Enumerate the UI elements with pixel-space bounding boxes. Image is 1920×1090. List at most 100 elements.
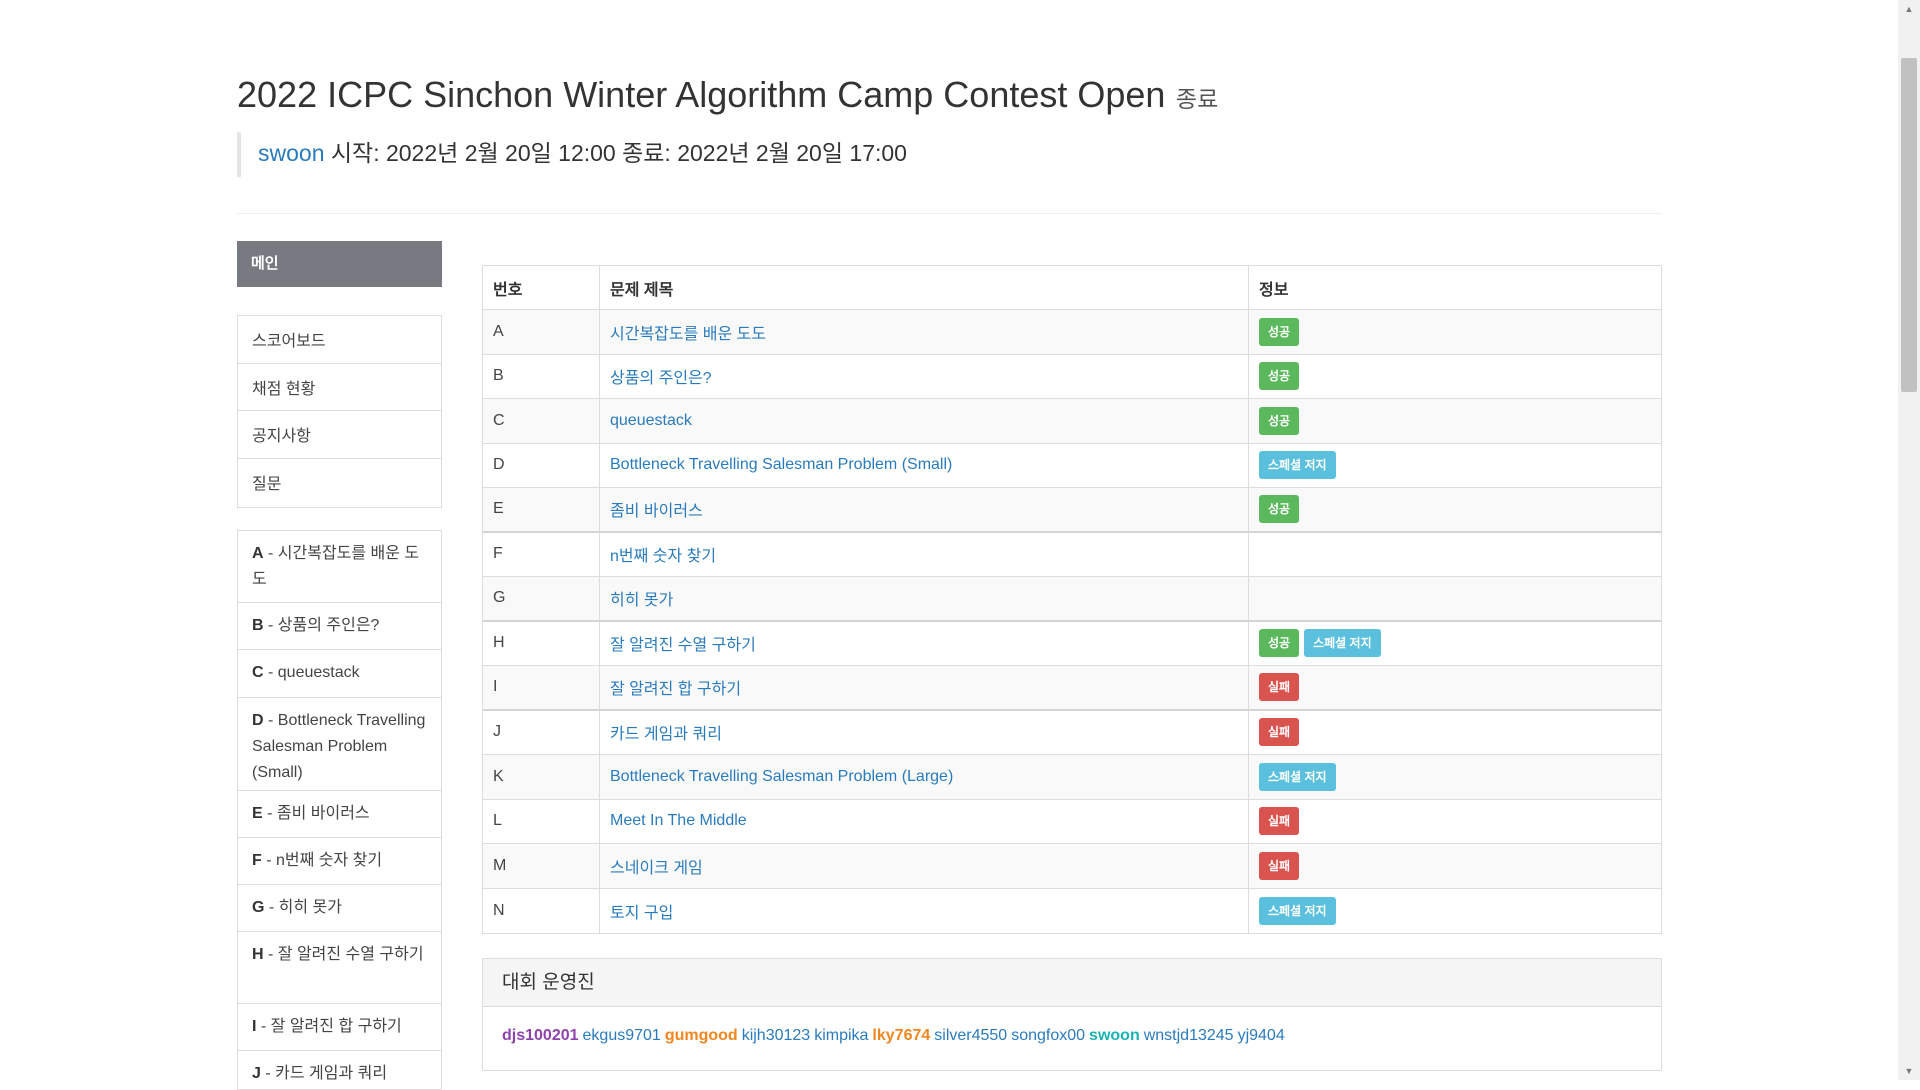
- separator: -: [261, 852, 276, 869]
- sidebar-problem-title: 잘 알려진 합 구하기: [270, 1018, 402, 1035]
- problem-info-cell: [1249, 577, 1661, 620]
- problem-title-link[interactable]: n번째 숫자 찾기: [610, 542, 716, 566]
- success-badge: 성공: [1259, 406, 1300, 435]
- problem-title-cell: 시간복잡도를 배운 도도: [600, 310, 1249, 354]
- sidebar-problem-a[interactable]: A - 시간복잡도를 배운 도도: [238, 531, 441, 603]
- table-body: A 시간복잡도를 배운 도도 성공 B 상품의 주인은? 성공 Cqueuestack 성공 D…: [483, 310, 1661, 933]
- sidebar-problem-title: 히히 못가: [278, 899, 342, 916]
- table-row: L Meet In The Middle 실패: [483, 799, 1661, 844]
- problem-title-link[interactable]: 카드 게임과 쿼리: [610, 720, 722, 744]
- sidebar-problem-title: 시간복잡도를 배운 도도: [252, 545, 420, 588]
- problem-info-cell: 성공: [1249, 399, 1661, 443]
- scroll-down-arrow-icon[interactable]: ▼: [1898, 1062, 1920, 1080]
- problem-title-link[interactable]: 스네이크 게임: [610, 854, 703, 878]
- table-row: Fn번째 숫자 찾기: [483, 532, 1661, 577]
- problem-title-link[interactable]: 토지 구입: [610, 899, 673, 923]
- sidebar-problem-i[interactable]: I - 잘 알려진 합 구하기: [238, 1004, 441, 1051]
- staff-panel: 대회 운영진 djs100201 ekgus9701 gumgood kijh3012…: [482, 958, 1662, 1071]
- separator: -: [263, 712, 278, 729]
- sidebar-item-questions[interactable]: 질문: [238, 459, 441, 507]
- col-header-info: 정보: [1259, 281, 1289, 299]
- staff-member-link[interactable]: yj9404: [1238, 1027, 1285, 1044]
- staff-member-link[interactable]: swoon: [1089, 1027, 1140, 1044]
- problem-title-cell: 잘 알려진 합 구하기: [600, 666, 1249, 709]
- page-title: 2022 ICPC Sinchon Winter Algorithm Camp …: [237, 74, 1166, 115]
- problem-title-link[interactable]: 시간복잡도를 배운 도도: [610, 320, 766, 344]
- problem-info-cell: 실패: [1249, 800, 1661, 844]
- sidebar-item-main[interactable]: 메인: [237, 241, 442, 287]
- sidebar-problem-label: B - 상품의 주인은?: [252, 613, 379, 639]
- sidebar-problem-h[interactable]: H - 잘 알려진 수열 구하기: [238, 932, 441, 1004]
- sidebar-problem-id: C: [252, 664, 264, 681]
- staff-member-link[interactable]: ekgus9701: [583, 1027, 661, 1044]
- problem-info-cell: 실패: [1249, 844, 1661, 888]
- staff-member-link[interactable]: wnstjd13245: [1144, 1027, 1234, 1044]
- problem-title-cell: Meet In The Middle: [600, 799, 1249, 843]
- problem-title-link[interactable]: Bottleneck Travelling Salesman Problem (…: [610, 768, 953, 786]
- sidebar-problem-id: H: [252, 946, 264, 963]
- staff-member-link[interactable]: djs100201: [502, 1027, 579, 1044]
- table-row: J 카드 게임과 쿼리 실패: [483, 710, 1661, 755]
- table-row: Cqueuestack 성공: [483, 399, 1661, 444]
- sidebar-problem-label: E - 좀비 바이러스: [252, 801, 370, 827]
- table-row: A 시간복잡도를 배운 도도 성공: [483, 310, 1661, 355]
- sidebar-problem-id: E: [252, 805, 263, 822]
- table-row: M 스네이크 게임 실패: [483, 844, 1661, 889]
- vertical-scrollbar[interactable]: ▲ ▼: [1898, 0, 1920, 1080]
- fail-badge: 실패: [1259, 718, 1300, 747]
- problem-info-cell: 성공 스페셜 저지: [1249, 622, 1661, 666]
- fail-badge: 실패: [1259, 851, 1300, 880]
- staff-panel-title: 대회 운영진: [483, 959, 1661, 1007]
- author-link[interactable]: swoon: [258, 140, 324, 166]
- sidebar-problem-label: H - 잘 알려진 수열 구하기: [252, 942, 424, 968]
- scroll-thumb[interactable]: [1901, 58, 1917, 392]
- sidebar-problem-title: 카드 게임과 쿼리: [275, 1065, 388, 1082]
- sidebar-problem-id: J: [252, 1065, 261, 1082]
- problem-title-link[interactable]: 잘 알려진 수열 구하기: [610, 631, 756, 655]
- contest-schedule: 시작: 2022년 2월 20일 12:00 종료: 2022년 2월 20일 …: [324, 140, 907, 166]
- problem-title-link[interactable]: queuestack: [610, 412, 692, 430]
- sidebar-problem-label: C - queuestack: [252, 660, 360, 686]
- sidebar-problem-c[interactable]: C - queuestack: [238, 650, 441, 698]
- staff-member-link[interactable]: silver4550: [934, 1027, 1007, 1044]
- problem-number: A: [483, 310, 600, 354]
- staff-member-link[interactable]: lky7674: [872, 1027, 930, 1044]
- separator: -: [263, 664, 278, 681]
- problem-title-cell: queuestack: [600, 399, 1249, 443]
- problem-title-link[interactable]: Bottleneck Travelling Salesman Problem (…: [610, 456, 952, 474]
- separator: -: [260, 1065, 276, 1082]
- sidebar-item-status[interactable]: 채점 현황: [238, 364, 441, 411]
- sidebar-item-scoreboard[interactable]: 스코어보드: [238, 316, 441, 364]
- special-badge: 스페셜 저지: [1259, 896, 1336, 925]
- staff-member-link[interactable]: kijh30123: [742, 1027, 811, 1044]
- sidebar-problem-f[interactable]: F - n번째 숫자 찾기: [238, 838, 441, 885]
- problem-title-cell: 좀비 바이러스: [600, 488, 1249, 531]
- staff-list: djs100201 ekgus9701 gumgood kijh30123 kimpik…: [483, 1007, 1661, 1065]
- problem-title-link[interactable]: Meet In The Middle: [610, 812, 747, 830]
- sidebar-problem-title: 잘 알려진 수열 구하기: [277, 946, 424, 963]
- problem-title-link[interactable]: 상품의 주인은?: [610, 364, 712, 388]
- sidebar-problem-label: J - 카드 게임과 쿼리: [252, 1061, 387, 1087]
- sidebar-problem-list: A - 시간복잡도를 배운 도도 B - 상품의 주인은? C - queuesta…: [237, 530, 442, 1090]
- sidebar-problem-e[interactable]: E - 좀비 바이러스: [238, 791, 441, 838]
- table-row: H 잘 알려진 수열 구하기 성공 스페셜 저지: [483, 621, 1661, 666]
- table-header-row: 번호 문제 제목 정보: [483, 266, 1661, 310]
- contest-meta: swoon 시작: 2022년 2월 20일 12:00 종료: 2022년 2…: [237, 132, 1158, 177]
- problem-info-cell: 실패: [1249, 666, 1661, 709]
- sidebar-problem-title: Bottleneck Travelling Salesman Problem (…: [252, 712, 426, 781]
- problem-title-link[interactable]: 좀비 바이러스: [610, 497, 703, 521]
- sidebar-problem-d[interactable]: D - Bottleneck Travelling Salesman Probl…: [238, 698, 441, 791]
- sidebar-problem-b[interactable]: B - 상품의 주인은?: [238, 603, 441, 650]
- sidebar-item-notices[interactable]: 공지사항: [238, 411, 441, 459]
- sidebar-problem-g[interactable]: G - 히히 못가: [238, 885, 441, 932]
- sidebar-problem-j[interactable]: J - 카드 게임과 쿼리: [238, 1051, 441, 1089]
- staff-member-link[interactable]: kimpika: [814, 1027, 868, 1044]
- scroll-up-arrow-icon[interactable]: ▲: [1898, 0, 1920, 18]
- problem-title-link[interactable]: 잘 알려진 합 구하기: [610, 675, 741, 699]
- problem-title-link[interactable]: 히히 못가: [610, 586, 673, 610]
- staff-member-link[interactable]: gumgood: [665, 1027, 738, 1044]
- problem-info-cell: 스페셜 저지: [1249, 444, 1661, 488]
- sidebar-problem-id: B: [252, 617, 264, 634]
- col-header-number: 번호: [483, 266, 600, 309]
- staff-member-link[interactable]: songfox00: [1011, 1027, 1085, 1044]
